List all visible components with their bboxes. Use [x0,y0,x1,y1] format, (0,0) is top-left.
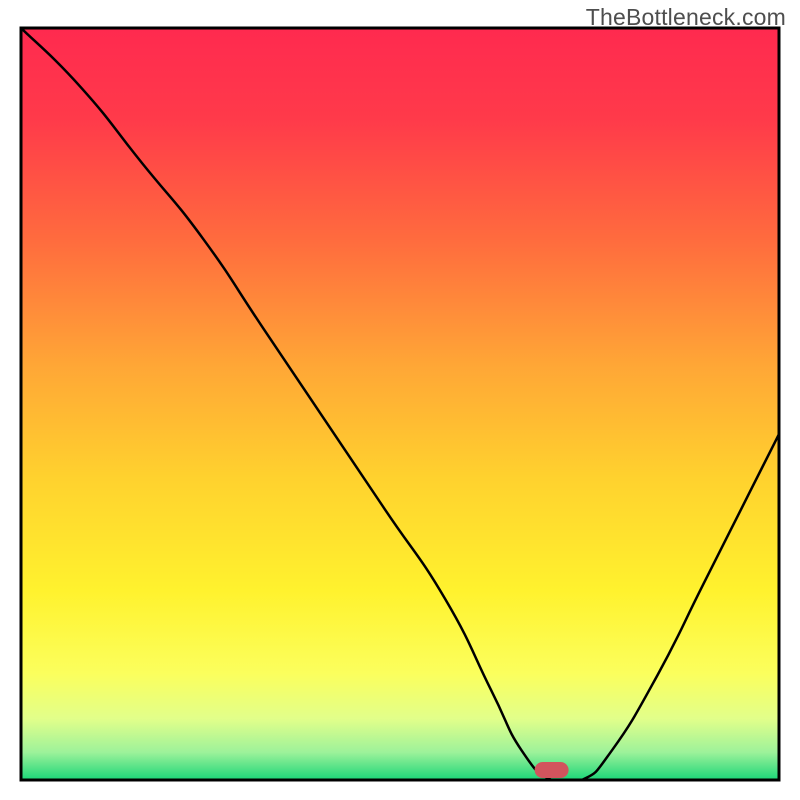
gradient-background [23,30,778,779]
watermark-text: TheBottleneck.com [586,4,786,31]
chart-container: TheBottleneck.com [0,0,800,800]
bottleneck-chart [0,0,800,800]
optimal-marker [535,762,569,778]
